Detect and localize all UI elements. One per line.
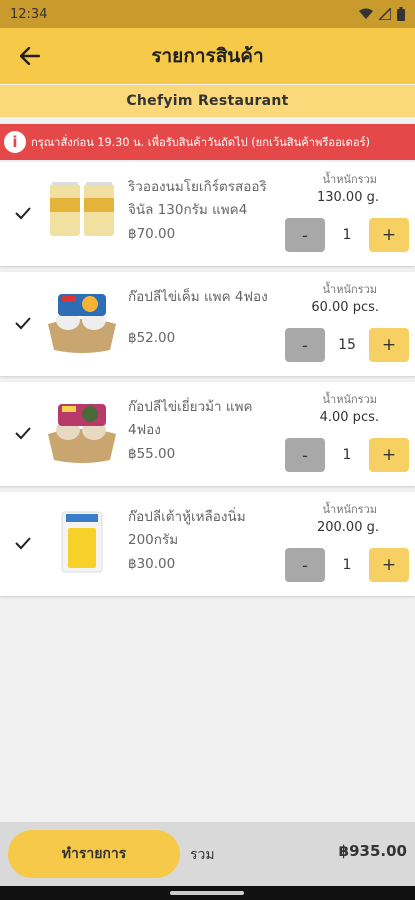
battery-icon [397,7,405,21]
quantity-stepper: - 15 + [285,328,411,362]
quantity-stepper: - 1 + [285,548,411,582]
check-icon[interactable] [14,314,32,332]
arrow-left-icon [20,47,40,65]
status-time: 12:34 [10,6,48,22]
item-name: ก๊อปลีไข่เยี่ยวม้า แพค 4ฟอง [128,399,253,438]
quantity-stepper: - 1 + [285,438,411,472]
cart-item: ริวอองนมโยเกิร์ตรสออริจินัล 130กรัม แพค4… [0,162,415,266]
weight-label: น้ำหนักรวม [322,173,377,186]
increase-button[interactable]: + [369,328,409,362]
decrease-button[interactable]: - [285,328,325,362]
item-name: ก๊อปลีไข่เค็ม แพค 4ฟอง [128,289,268,305]
increase-button[interactable]: + [369,548,409,582]
order-cutoff-notice: i กรุณาสั่งก่อน 19.30 น. เพื่อรับสินค้าว… [0,124,415,160]
total-value: ฿935.00 [338,842,407,860]
weight-label: น้ำหนักรวม [322,283,377,296]
cart-item-list: ริวอองนมโยเกิร์ตรสออริจินัล 130กรัม แพค4… [0,162,415,602]
checkout-bar: ทำรายการ รวม ฿935.00 [0,822,415,886]
total-label: รวม [190,847,215,863]
system-nav-bar [0,886,415,900]
item-weight: 60.00 pcs. [311,300,379,315]
quantity-value: 1 [342,447,352,463]
wifi-icon [359,8,373,19]
quantity-value: 15 [338,337,356,353]
quantity-stepper: - 1 + [285,218,411,252]
item-weight: 200.00 g. [316,520,379,535]
decrease-button[interactable]: - [285,218,325,252]
status-icons [359,7,405,21]
item-price: ฿70.00 [128,226,176,242]
product-image-century-egg [48,404,116,463]
home-handle[interactable] [170,891,244,895]
quantity-value: 1 [342,227,352,243]
weight-label: น้ำหนักรวม [322,393,377,406]
product-image-tofu [61,511,103,573]
decrease-button[interactable]: - [285,548,325,582]
item-price: ฿30.00 [128,556,176,572]
app-bar: รายการสินค้า [0,28,415,84]
item-name: ก๊อปลีเต้าหู้เหลืองนิ่ม 200กรัม [128,509,246,548]
restaurant-name: Chefyim Restaurant [0,85,415,117]
item-price: ฿55.00 [128,446,176,462]
item-weight: 4.00 pcs. [319,410,379,425]
info-icon: i [4,131,26,153]
status-bar: 12:34 [0,0,415,28]
cart-item: ก๊อปลีเต้าหู้เหลืองนิ่ม 200กรัม ฿30.00 น… [0,492,415,596]
item-price: ฿52.00 [128,330,176,346]
product-image-salted-egg [48,294,116,353]
decrease-button[interactable]: - [285,438,325,472]
increase-button[interactable]: + [369,438,409,472]
check-icon[interactable] [14,534,32,552]
notice-text: กรุณาสั่งก่อน 19.30 น. เพื่อรับสินค้าวัน… [31,136,370,149]
check-icon[interactable] [14,204,32,222]
checkout-button[interactable]: ทำรายการ [8,830,180,878]
item-weight: 130.00 g. [316,190,379,205]
product-image-yogurt [50,182,114,236]
signal-icon [379,8,391,20]
weight-label: น้ำหนักรวม [322,503,377,516]
cart-item: ก๊อปลีไข่เค็ม แพค 4ฟอง ฿52.00 น้ำหนักรวม… [0,272,415,376]
page-title: รายการสินค้า [151,45,264,67]
quantity-value: 1 [342,557,352,573]
item-name: ริวอองนมโยเกิร์ตรสออริจินัล 130กรัม แพค4 [128,179,267,218]
back-button[interactable] [14,40,46,72]
increase-button[interactable]: + [369,218,409,252]
check-icon[interactable] [14,424,32,442]
cart-item: ก๊อปลีไข่เยี่ยวม้า แพค 4ฟอง ฿55.00 น้ำหน… [0,382,415,486]
